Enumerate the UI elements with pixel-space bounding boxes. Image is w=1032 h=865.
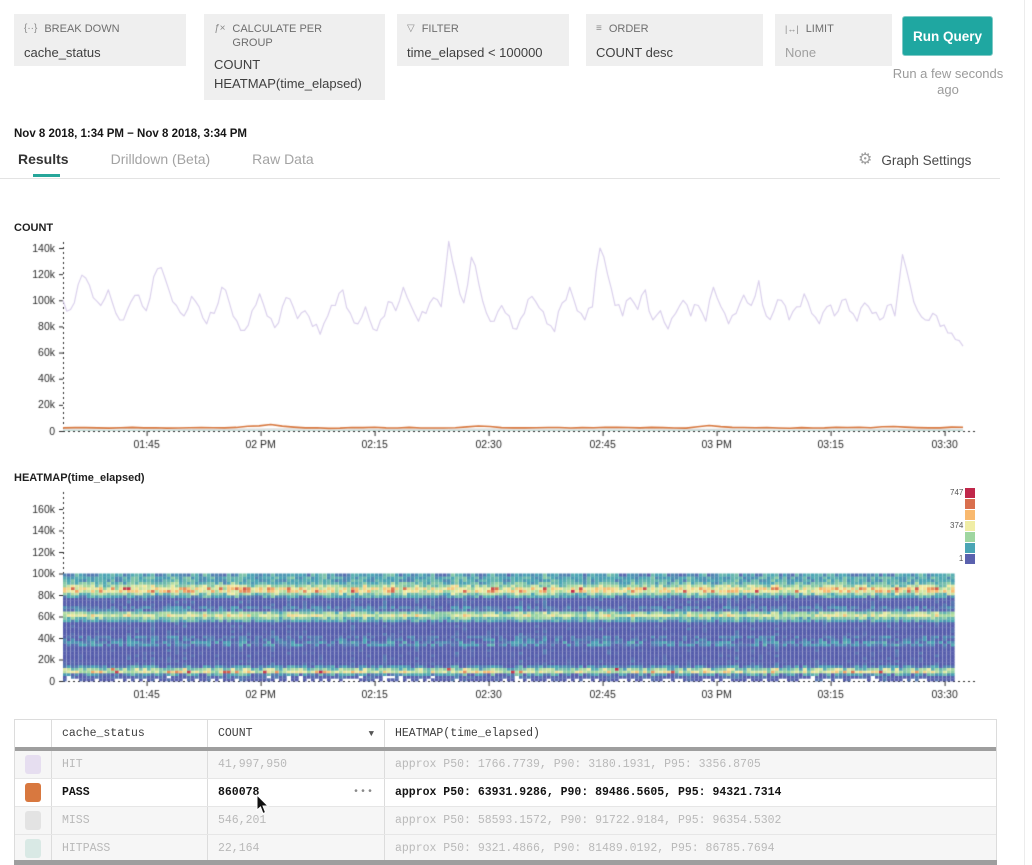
legend-color-swatch [965,488,975,498]
clause-calculate-per-group[interactable]: ƒ× CALCULATE PER GROUP COUNT HEATMAP(tim… [204,14,385,100]
heatmap-chart[interactable] [0,486,1000,701]
count-cell[interactable]: 546,201 [208,807,385,834]
sort-icon: ≡ [596,22,602,36]
series-swatch[interactable] [25,783,41,802]
column-header-cache-status[interactable]: cache_status [52,720,208,747]
clause-value: HEATMAP(time_elapsed) [214,74,375,93]
legend-row [950,509,975,520]
heatmap-stats-cell[interactable]: approx P50: 1766.7739, P90: 3180.1931, P… [385,751,996,778]
cache-status-cell[interactable]: MISS [52,807,208,834]
table-row-hitpass[interactable]: HITPASS 22,164 approx P50: 9321.4866, P90:… [15,835,996,863]
legend-color-swatch [965,543,975,553]
column-header-heatmap[interactable]: HEATMAP(time_elapsed) [385,720,996,747]
tabs-divider [0,178,1000,179]
count-line-chart[interactable] [0,236,1000,451]
count-cell[interactable]: 860078 ••• [208,779,385,806]
legend-row [950,542,975,553]
legend-color-swatch [965,554,975,564]
sort-desc-icon[interactable]: ▼ [369,729,374,739]
clause-filter[interactable]: ▽ FILTER time_elapsed < 100000 [397,14,569,66]
count-value: 546,201 [218,814,266,827]
gear-icon: ⚙ [858,152,872,168]
function-icon: ƒ× [214,22,225,36]
graph-settings-button[interactable]: ⚙ Graph Settings [858,152,971,168]
legend-row: 747 [950,487,975,498]
clause-label: ≡ ORDER [596,22,753,36]
series-swatch[interactable] [25,811,41,830]
clause-value: COUNT [214,55,375,74]
braces-icon: {··} [24,22,37,36]
table-row-miss[interactable]: MISS 546,201 approx P50: 58593.1572, P90: … [15,807,996,835]
legend-value-label: 374 [950,521,963,530]
heatmap-chart-title: HEATMAP(time_elapsed) [14,472,145,484]
clause-value: COUNT desc [596,43,753,62]
clause-label: |↔| LIMIT [785,22,882,36]
clause-order[interactable]: ≡ ORDER COUNT desc [586,14,763,66]
results-table: cache_status COUNT ▼ HEATMAP(time_elapse… [14,719,997,864]
count-cell[interactable]: 41,997,950 [208,751,385,778]
cache-status-cell[interactable]: HITPASS [52,835,208,862]
table-row-pass[interactable]: PASS 860078 ••• approx P50: 63931.9286, P90… [15,779,996,807]
query-results-page: {··} BREAK DOWN cache_status ƒ× CALCULAT… [0,0,1032,865]
cache-status-cell[interactable]: HIT [52,751,208,778]
tab-drilldown[interactable]: Drilldown (Beta) [111,151,211,167]
count-value: 41,997,950 [218,758,287,771]
swatch-column-header [15,720,52,747]
heatmap-stats-cell[interactable]: approx P50: 63931.9286, P90: 89486.5605,… [385,779,996,806]
table-header-row: cache_status COUNT ▼ HEATMAP(time_elapse… [15,720,996,747]
series-swatch[interactable] [25,755,41,774]
count-value: 860078 [218,786,259,799]
panel-edge [1024,0,1025,865]
funnel-icon: ▽ [407,22,415,36]
series-swatch[interactable] [25,839,41,858]
legend-color-swatch [965,510,975,520]
clause-value: None [785,43,882,62]
clause-break-down[interactable]: {··} BREAK DOWN cache_status [14,14,186,66]
legend-row [950,531,975,542]
legend-color-swatch [965,499,975,509]
table-row-hit[interactable]: HIT 41,997,950 approx P50: 1766.7739, P90:… [15,751,996,779]
run-query-button[interactable]: Run Query [902,16,993,56]
clause-label: ▽ FILTER [407,22,559,36]
clause-label: ƒ× CALCULATE PER GROUP [214,22,354,50]
count-value: 22,164 [218,842,259,855]
tab-results[interactable]: Results [18,151,69,167]
clause-limit[interactable]: |↔| LIMIT None [775,14,892,66]
legend-color-swatch [965,532,975,542]
legend-row [950,498,975,509]
column-header-count[interactable]: COUNT ▼ [208,720,385,747]
heatmap-stats-cell[interactable]: approx P50: 58593.1572, P90: 91722.9184,… [385,807,996,834]
tab-raw-data[interactable]: Raw Data [252,151,313,167]
results-tabs: Results Drilldown (Beta) Raw Data [18,151,314,167]
count-chart-title: COUNT [14,222,53,234]
active-tab-underline [33,174,60,177]
last-run-status: Run a few seconds ago [886,66,1010,98]
clause-value: time_elapsed < 100000 [407,43,559,62]
row-menu-icon[interactable]: ••• [353,787,374,798]
legend-value-label: 1 [959,554,963,563]
legend-color-swatch [965,521,975,531]
count-cell[interactable]: 22,164 [208,835,385,862]
legend-value-label: 747 [950,488,963,497]
legend-row: 1 [950,553,975,564]
table-body: HIT 41,997,950 approx P50: 1766.7739, P90:… [15,751,996,863]
table-bottom-bar [14,860,997,865]
clause-label: {··} BREAK DOWN [24,22,176,36]
cache-status-cell[interactable]: PASS [52,779,208,806]
heatmap-stats-cell[interactable]: approx P50: 9321.4866, P90: 81489.0192, … [385,835,996,862]
clause-value: cache_status [24,43,176,62]
legend-row: 374 [950,520,975,531]
time-range-label[interactable]: Nov 8 2018, 1:34 PM − Nov 8 2018, 3:34 P… [14,128,247,140]
heatmap-legend: 747 374 1 [950,487,975,564]
limit-icon: |↔| [785,22,799,36]
